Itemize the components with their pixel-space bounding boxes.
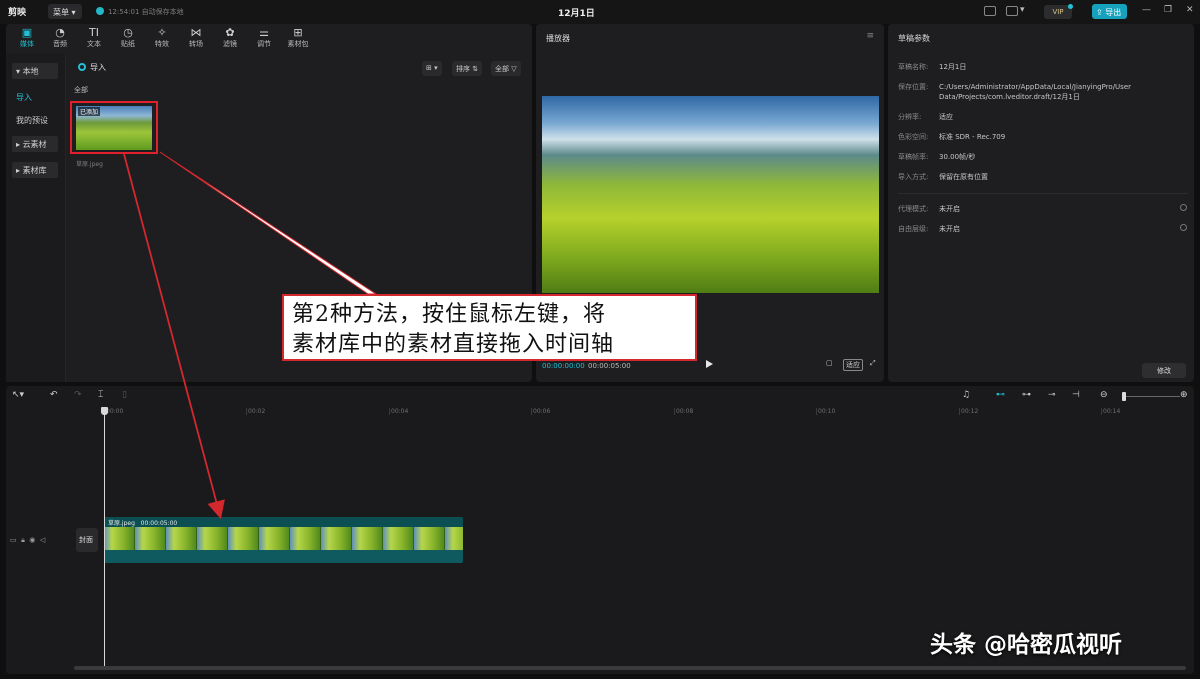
annotation-line: 素材库中的素材直接拖入时间轴 — [292, 332, 615, 357]
arrow-to-timeline — [123, 153, 225, 519]
annotation-line: 第2种方法，按住鼠标左键，将 — [292, 302, 606, 327]
annotation-callout: 第2种方法，按住鼠标左键，将 素材库中的素材直接拖入时间轴 — [282, 294, 697, 361]
watermark: 头条 @哈密瓜视听 — [930, 632, 1123, 658]
callout-pointer — [159, 151, 378, 295]
